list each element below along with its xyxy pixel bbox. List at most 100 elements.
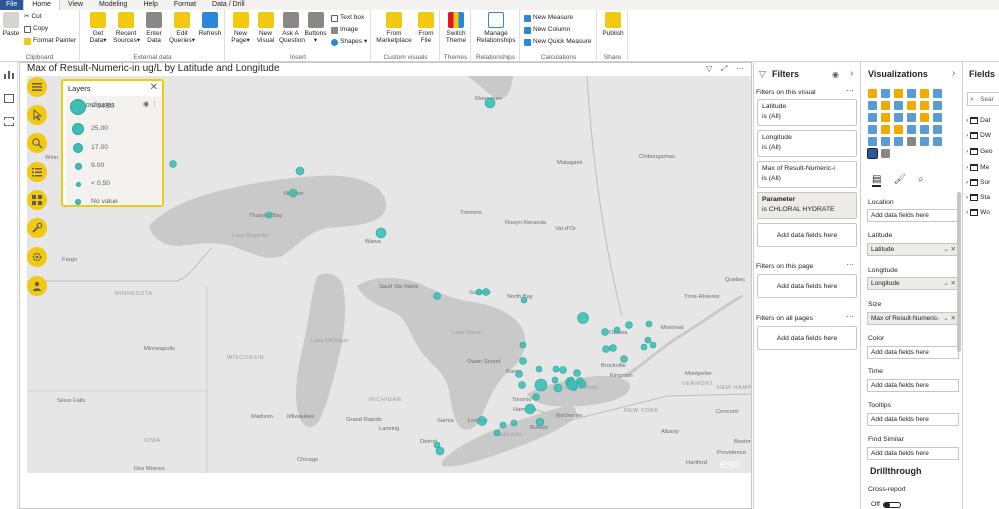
visual-type-icon[interactable] bbox=[933, 125, 942, 134]
tab-help[interactable]: Help bbox=[135, 0, 165, 10]
data-bubble[interactable] bbox=[520, 296, 528, 304]
visual-type-icon[interactable] bbox=[868, 113, 877, 122]
data-bubble[interactable] bbox=[477, 416, 487, 426]
buttons-button[interactable]: Buttons ▾ bbox=[304, 12, 327, 44]
refresh-button[interactable]: Refresh bbox=[197, 12, 223, 37]
field-table-row[interactable]: › Geo bbox=[966, 148, 992, 155]
visual-type-icon[interactable] bbox=[868, 137, 877, 146]
paste-button[interactable]: Paste bbox=[2, 12, 20, 37]
visual-type-icon[interactable] bbox=[907, 137, 916, 146]
visual-type-icon[interactable] bbox=[933, 89, 942, 98]
chevron-right-icon[interactable]: › bbox=[850, 68, 853, 79]
visual-type-icon[interactable] bbox=[907, 101, 916, 110]
from-marketplace-button[interactable]: From Marketplace bbox=[375, 12, 413, 44]
settings-tool[interactable] bbox=[27, 247, 47, 267]
chevron-right-icon[interactable]: › bbox=[966, 148, 968, 155]
data-bubble[interactable] bbox=[375, 227, 387, 239]
visual-type-icon[interactable] bbox=[881, 137, 890, 146]
manage-relationships-button[interactable]: Manage Relationships bbox=[474, 12, 518, 44]
data-bubble[interactable] bbox=[519, 357, 527, 365]
new-column-button[interactable]: New Column bbox=[524, 26, 570, 34]
basemap-tool[interactable] bbox=[27, 190, 47, 210]
ask-question-button[interactable]: Ask A Question bbox=[279, 12, 305, 44]
data-bubble[interactable] bbox=[295, 166, 305, 176]
data-bubble[interactable] bbox=[625, 321, 633, 329]
visual-type-icon[interactable] bbox=[920, 113, 929, 122]
data-bubble[interactable] bbox=[613, 326, 621, 334]
field-table-row[interactable]: › DW bbox=[966, 132, 991, 139]
analytics-magnifier-icon[interactable]: ⌕ bbox=[918, 174, 924, 187]
data-bubble[interactable] bbox=[535, 417, 545, 427]
analysis-tool[interactable] bbox=[27, 218, 47, 238]
data-bubble[interactable] bbox=[515, 370, 523, 378]
chevron-right-icon[interactable]: › bbox=[966, 194, 968, 201]
visual-type-icon[interactable] bbox=[881, 101, 890, 110]
well-time[interactable]: Add data fields here bbox=[867, 379, 959, 392]
field-table-row[interactable]: › Wo bbox=[966, 209, 990, 216]
chevron-right-icon[interactable]: › bbox=[966, 209, 968, 216]
visual-type-icon[interactable] bbox=[907, 125, 916, 134]
tab-view[interactable]: View bbox=[60, 0, 91, 10]
data-bubble[interactable] bbox=[510, 419, 518, 427]
well-location[interactable]: Add data fields here bbox=[867, 209, 959, 222]
menu-tool[interactable] bbox=[27, 77, 47, 97]
filter-card-latitude[interactable]: Latitude is (All) bbox=[757, 99, 857, 126]
visual-type-icon[interactable] bbox=[894, 113, 903, 122]
data-bubble[interactable] bbox=[551, 376, 559, 384]
visual-type-icon[interactable] bbox=[881, 113, 890, 122]
close-icon[interactable]: ✕ bbox=[150, 82, 158, 93]
well-find-similar[interactable]: Add data fields here bbox=[867, 447, 959, 460]
format-painter-button[interactable]: Format Painter bbox=[24, 37, 76, 45]
all-pages-add-fields-dropzone[interactable]: Add data fields here bbox=[757, 326, 857, 350]
field-table-row[interactable]: › Dat bbox=[966, 117, 990, 124]
data-bubble[interactable] bbox=[577, 312, 589, 324]
new-quick-measure-button[interactable]: New Quick Measure bbox=[524, 38, 592, 46]
data-bubble[interactable] bbox=[552, 365, 560, 373]
filter-icon[interactable]: ▽ bbox=[706, 65, 715, 73]
data-bubble[interactable] bbox=[519, 341, 527, 349]
fields-tab-icon[interactable]: ▤ bbox=[872, 174, 882, 187]
visual-type-icon[interactable] bbox=[920, 101, 929, 110]
tab-format[interactable]: Format bbox=[166, 0, 204, 10]
visual-add-fields-dropzone[interactable]: Add data fields here bbox=[757, 223, 857, 247]
well-latitude[interactable]: Latitude ⌄ ✕ bbox=[867, 243, 959, 256]
layers-tool[interactable] bbox=[27, 162, 47, 182]
remove-field-icon[interactable]: ✕ bbox=[951, 280, 956, 287]
data-bubble[interactable] bbox=[602, 345, 610, 353]
data-bubble[interactable] bbox=[573, 369, 581, 377]
data-view-icon[interactable] bbox=[4, 94, 14, 103]
data-bubble[interactable] bbox=[559, 366, 567, 374]
visual-type-icon[interactable] bbox=[894, 89, 903, 98]
model-view-icon[interactable] bbox=[4, 117, 14, 126]
data-bubble[interactable] bbox=[433, 292, 441, 300]
data-bubble[interactable] bbox=[524, 403, 536, 415]
chevron-down-icon[interactable]: ⌄ bbox=[943, 246, 950, 253]
publish-button[interactable]: Publish bbox=[601, 12, 625, 37]
data-bubble[interactable] bbox=[577, 379, 587, 389]
chevron-right-icon[interactable]: › bbox=[966, 117, 968, 124]
image-button[interactable]: Image bbox=[331, 26, 358, 34]
data-bubble[interactable] bbox=[518, 381, 526, 389]
from-file-button[interactable]: From File bbox=[415, 12, 437, 44]
visual-type-icon[interactable] bbox=[920, 125, 929, 134]
data-bubble[interactable] bbox=[265, 211, 273, 219]
visual-type-icon[interactable] bbox=[907, 113, 916, 122]
text-box-button[interactable]: Text box bbox=[331, 14, 364, 22]
data-bubble[interactable] bbox=[499, 421, 507, 429]
page-add-fields-dropzone[interactable]: Add data fields here bbox=[757, 274, 857, 298]
new-page-button[interactable]: New Page▾ bbox=[229, 12, 252, 44]
new-measure-button[interactable]: New Measure bbox=[524, 14, 573, 22]
chevron-down-icon[interactable]: ⌄ bbox=[943, 315, 950, 322]
more-options-icon[interactable]: ⋯ bbox=[846, 86, 854, 95]
remove-field-icon[interactable]: ✕ bbox=[951, 246, 956, 253]
data-bubble[interactable] bbox=[553, 383, 563, 393]
enter-data-button[interactable]: Enter Data bbox=[141, 12, 167, 44]
layer-card[interactable]: ⌃ Coordinates ◉ ⋮ > 34.5025.0017.009.00<… bbox=[66, 96, 161, 205]
filter-card-max-result[interactable]: Max of Result-Numeric-i is (All) bbox=[757, 161, 857, 188]
field-table-row[interactable]: › Sor bbox=[966, 179, 990, 186]
visual-type-icon[interactable] bbox=[881, 149, 890, 158]
field-table-row[interactable]: › Me bbox=[966, 164, 989, 171]
chevron-right-icon[interactable]: › bbox=[966, 179, 968, 186]
visual-type-icon[interactable] bbox=[933, 113, 942, 122]
data-bubble[interactable] bbox=[475, 288, 483, 296]
